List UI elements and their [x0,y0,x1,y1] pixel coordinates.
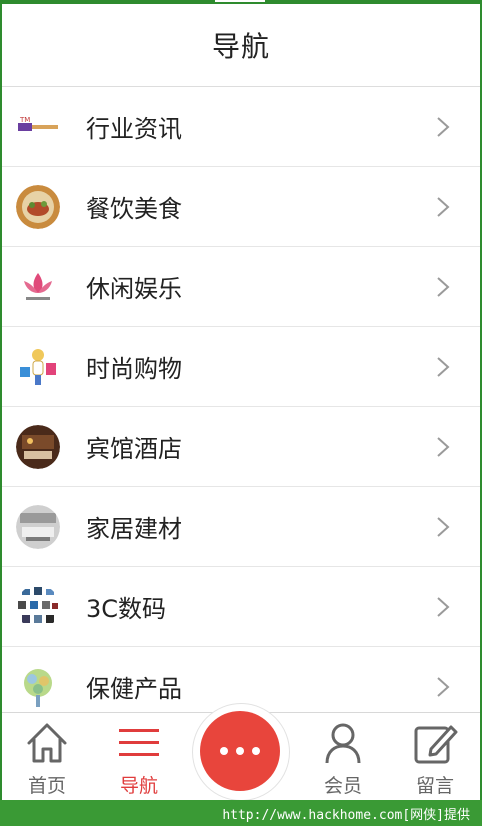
nav-item-industry-news[interactable]: TM 行业资讯 [2,87,480,167]
svg-text:TM: TM [19,116,30,124]
interior-photo-icon [16,504,60,549]
tab-message-label: 留言 [415,775,454,797]
page-header: 导航 [2,4,480,87]
lotus-logo-icon [16,265,60,309]
nav-item-label: 餐饮美食 [86,195,182,223]
nav-item-label: 时尚购物 [86,355,182,383]
chevron-right-icon [437,676,450,697]
watermark-text: http://www.hackhome.com[网侠]提供 [222,807,470,823]
more-dot-icon [220,747,228,755]
nav-item-label: 保健产品 [86,675,182,703]
tab-member-label: 会员 [323,775,362,797]
more-dot-icon [236,747,244,755]
nav-item-leisure[interactable]: 休闲娱乐 [2,247,480,327]
digital-devices-icon [16,585,60,629]
nav-item-shopping[interactable]: 时尚购物 [2,327,480,407]
chevron-right-icon [437,596,450,617]
chevron-right-icon [437,436,450,457]
nav-item-food[interactable]: 餐饮美食 [2,167,480,247]
tab-nav[interactable]: 导航 [94,713,184,801]
news-logo-icon: TM [16,105,60,149]
chevron-right-icon [437,276,450,297]
nav-item-home-building[interactable]: 家居建材 [2,487,480,567]
chevron-right-icon [437,356,450,377]
tab-nav-label: 导航 [119,775,158,797]
tab-message[interactable]: 留言 [390,713,480,801]
nav-item-label: 休闲娱乐 [86,275,182,303]
more-dot-icon [252,747,260,755]
page-title: 导航 [211,30,270,63]
nav-item-label: 行业资讯 [86,115,182,143]
edit-icon [414,725,458,764]
hotel-room-icon [16,424,60,469]
watermark-banner: http://www.hackhome.com[网侠]提供 [0,800,482,826]
nav-list: TM 行业资讯 餐饮美食 休闲娱乐 时尚购物 宾馆酒店 家居建材 3C数码 保健… [2,87,480,712]
nav-item-hotel[interactable]: 宾馆酒店 [2,407,480,487]
shopping-girl-icon [16,345,60,389]
chevron-right-icon [437,516,450,537]
food-photo-icon [16,184,60,229]
tab-member[interactable]: 会员 [298,713,388,801]
chevron-right-icon [437,196,450,217]
menu-icon [119,729,159,756]
tab-home-label: 首页 [27,775,66,797]
nav-item-label: 家居建材 [86,515,182,543]
more-button[interactable] [200,711,280,791]
nav-item-label: 宾馆酒店 [86,435,182,463]
nav-item-3c-digital[interactable]: 3C数码 [2,567,480,647]
nav-item-label: 3C数码 [86,595,167,623]
tab-home[interactable]: 首页 [2,713,92,801]
user-icon [325,723,361,764]
health-tree-icon [16,665,60,709]
home-icon [27,723,67,763]
chevron-right-icon [437,116,450,137]
